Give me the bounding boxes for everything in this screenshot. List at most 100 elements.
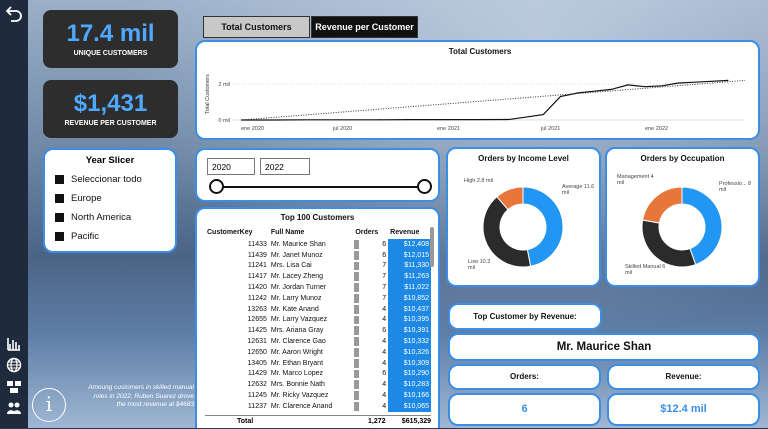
orders-value: 6 [382,240,387,248]
table-row[interactable]: 12650 Mr. Aaron Wright 4 $10,326 [205,346,431,358]
x-tick-label: ene 2022 [645,126,668,132]
orders-cell: 7 [353,261,388,272]
table-title: Top 100 Customers [280,213,355,222]
checkbox[interactable] [55,175,64,184]
orders-value: 7 [382,273,387,281]
customer-key-cell: 11420 [247,284,267,292]
table-row[interactable]: 11420 Mr. Jordan Turner 7 $11,022 [205,282,431,293]
checkbox[interactable] [55,232,64,241]
tab-total-customers[interactable]: Total Customers [203,16,310,38]
orders-data-bar [354,283,360,292]
slicer-option-label: Pacific [71,231,99,242]
orders-data-bar [354,293,360,303]
table-row[interactable]: 11433 Mr. Maurice Shan 6 $12,408 [205,239,431,250]
slice-label-high: High 2.8 mil [464,178,494,184]
revenue-cell: $10,437 [388,303,431,315]
year-slicer-title: Year Slicer [85,155,135,166]
donut-slice-average[interactable] [522,186,564,267]
table-row[interactable]: 12631 Mr. Clarence Gao 4 $10,332 [205,336,431,347]
tab-revenue-per-customer[interactable]: Revenue per Customer [311,16,418,38]
column-header[interactable]: Orders [353,225,388,239]
globe-icon[interactable] [5,357,23,375]
table-row[interactable]: 11242 Mr. Larry Munoz 7 $10,852 [205,292,431,304]
boxes-icon[interactable] [5,379,23,397]
range-start-handle[interactable] [209,179,224,194]
table-row[interactable]: 11245 Mr. Ricky Vazquez 4 $10,166 [205,390,431,401]
orders-cell: 6 [353,250,388,261]
orders-cell: 4 [353,304,388,315]
donut-slice-skilled-manual[interactable] [641,219,697,268]
revenue-cell: $11,330 [388,260,431,272]
orders-cell: 7 [353,271,388,282]
people-icon[interactable] [5,400,23,418]
full-name-cell: Mr. Clarence Anand [270,402,333,410]
orders-data-bar [354,304,360,314]
customer-key-cell: 11241 [247,262,267,270]
info-icon[interactable]: i [32,388,66,422]
range-end-handle[interactable] [417,179,432,194]
unique-customers-card: 17.4 mil UNIQUE CUSTOMERS [43,10,178,68]
table-row[interactable]: 12632 Mrs. Bonnie Nath 4 $10,283 [205,379,431,391]
revenue-cell: $10,290 [388,368,431,380]
table-scrollbar[interactable] [430,227,434,267]
slicer-option-select-all[interactable]: Seleccionar todo [55,174,175,185]
slicer-option-label: North America [71,212,132,223]
orders-data-bar [354,326,360,336]
range-end-input[interactable]: 2022 [260,158,310,175]
insight-footnote: Amoung customers in skilled manual roles… [88,384,194,408]
orders-cell: 7 [353,293,388,304]
checkbox[interactable] [55,194,64,203]
orders-cell: 4 [353,390,388,401]
customer-key-cell: 11245 [247,392,267,400]
revenue-cell: $10,283 [388,379,431,391]
donut-slice-management[interactable] [642,186,683,224]
orders-data-bar [354,250,360,260]
table-row[interactable]: 11429 Mr. Marco Lopez 6 $10,290 [205,368,431,380]
chart-title: Orders by Occupation [640,154,725,163]
back-arrow-icon[interactable] [5,4,23,22]
table-row[interactable]: 11241 Mrs. Lisa Cai 7 $11,330 [205,260,431,272]
table-container[interactable]: CustomerKey Full Name Orders Revenue 114… [205,225,431,412]
year-range-slicer: 2020 2022 [195,148,440,202]
left-nav-bar [0,0,28,428]
slicer-option-pacific[interactable]: Pacific [55,231,175,242]
orders-value: 4 [382,359,387,367]
orders-value: 6 [382,327,387,335]
orders-data-bar [354,261,360,271]
range-start-input[interactable]: 2020 [207,158,255,175]
chart-title: Total Customers [449,47,512,56]
revenue-per-customer-card: $1,431 REVENUE PER CUSTOMER [43,80,178,138]
chart-title: Orders by Income Level [478,154,569,163]
full-name-cell: Mr. Clarence Gao [270,338,326,346]
revenue-cell: $11,263 [388,271,431,283]
column-header[interactable]: Revenue [388,225,431,239]
orders-value: 4 [382,381,387,389]
customer-key-cell: 13263 [247,305,267,313]
revenue-label: Revenue: [607,364,760,390]
revenue-per-customer-value: $1,431 [73,90,148,117]
column-header[interactable]: CustomerKey [205,225,269,239]
x-tick-label: ene 2021 [437,126,460,132]
total-orders: 1,272 [368,418,386,425]
y-tick-label: 0 mil [218,118,230,124]
bar-chart-icon[interactable] [5,336,23,354]
orders-value: 4 [382,348,387,356]
table-row[interactable]: 12655 Mr. Larry Vazquez 4 $10,395 [205,314,431,326]
slicer-option-europe[interactable]: Europe [55,193,175,204]
column-header[interactable]: Full Name [269,225,353,239]
table-row[interactable]: 11237 Mr. Clarence Anand 4 $10,065 [205,400,431,412]
orders-value: 4 [382,338,387,346]
slicer-option-north-america[interactable]: North America [55,212,175,223]
table-row[interactable]: 11439 Mr. Janet Munoz 6 $12,015 [205,249,431,261]
table-row[interactable]: 11417 Mr. Lacey Zheng 7 $11,263 [205,271,431,283]
checkbox[interactable] [55,213,64,222]
table-row[interactable]: 13263 Mr. Kate Anand 4 $10,437 [205,303,431,315]
orders-data-bar [354,240,360,249]
full-name-cell: Mrs. Ariana Gray [270,327,324,335]
table-row[interactable]: 13405 Mr. Ethan Bryant 4 $10,309 [205,357,431,369]
customer-key-cell: 12655 [247,316,267,324]
top-customer-header: Top Customer by Revenue: [448,303,602,330]
orders-value: 4 [382,305,387,313]
table-row[interactable]: 11425 Mrs. Ariana Gray 6 $10,391 [205,325,431,337]
revenue-cell: $10,332 [388,336,431,347]
